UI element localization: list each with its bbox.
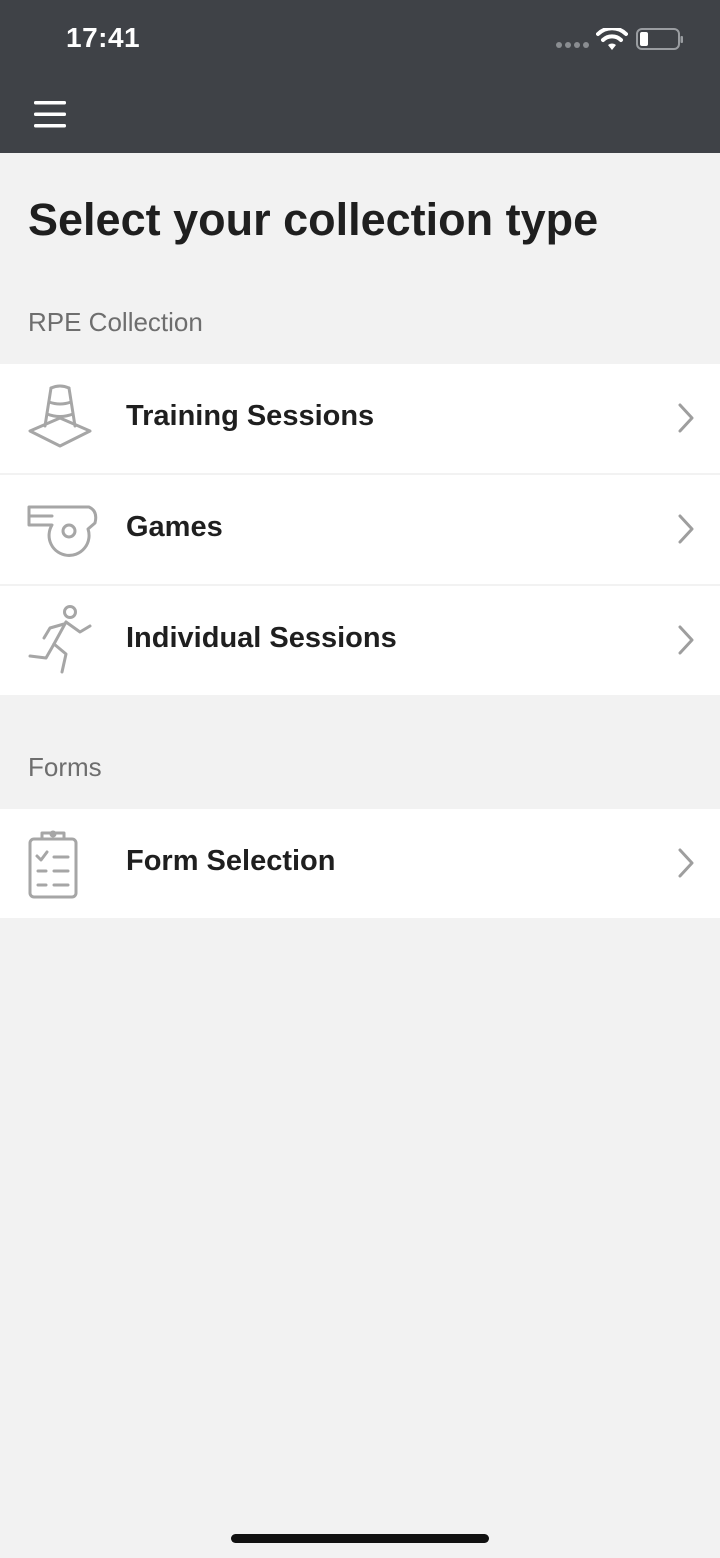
cellular-signal-icon	[556, 42, 589, 48]
chevron-right-icon	[678, 403, 694, 433]
app-screen: 17:41 Select your collection type RPE Co…	[0, 0, 720, 1558]
section-header-forms: Forms	[28, 752, 102, 782]
chevron-right-icon	[678, 625, 694, 655]
clipboard-checklist-icon	[28, 830, 78, 899]
training-cone-icon	[28, 384, 92, 448]
list-item-form-selection[interactable]: Form Selection	[0, 809, 720, 918]
list-item-label: Form Selection	[126, 845, 336, 877]
chevron-right-icon	[678, 514, 694, 544]
hamburger-menu-icon	[34, 101, 66, 128]
whistle-icon	[27, 505, 98, 557]
chevron-right-icon	[678, 848, 694, 878]
list-item-label: Games	[126, 511, 223, 543]
list-item-games[interactable]: Games	[0, 475, 720, 584]
page-title: Select your collection type	[28, 194, 599, 245]
list-item-label: Training Sessions	[126, 400, 375, 432]
section-header-rpe-collection: RPE Collection	[28, 307, 203, 337]
list-item-label: Individual Sessions	[126, 622, 397, 654]
menu-button[interactable]	[24, 92, 76, 136]
top-bar: 17:41	[0, 0, 720, 153]
home-indicator[interactable]	[231, 1534, 489, 1543]
list-item-individual-sessions[interactable]: Individual Sessions	[0, 586, 720, 695]
list-item-training-sessions[interactable]: Training Sessions	[0, 364, 720, 473]
running-person-icon	[28, 605, 92, 674]
wifi-icon	[596, 28, 628, 50]
battery-icon	[636, 28, 683, 50]
status-time: 17:41	[66, 22, 141, 53]
